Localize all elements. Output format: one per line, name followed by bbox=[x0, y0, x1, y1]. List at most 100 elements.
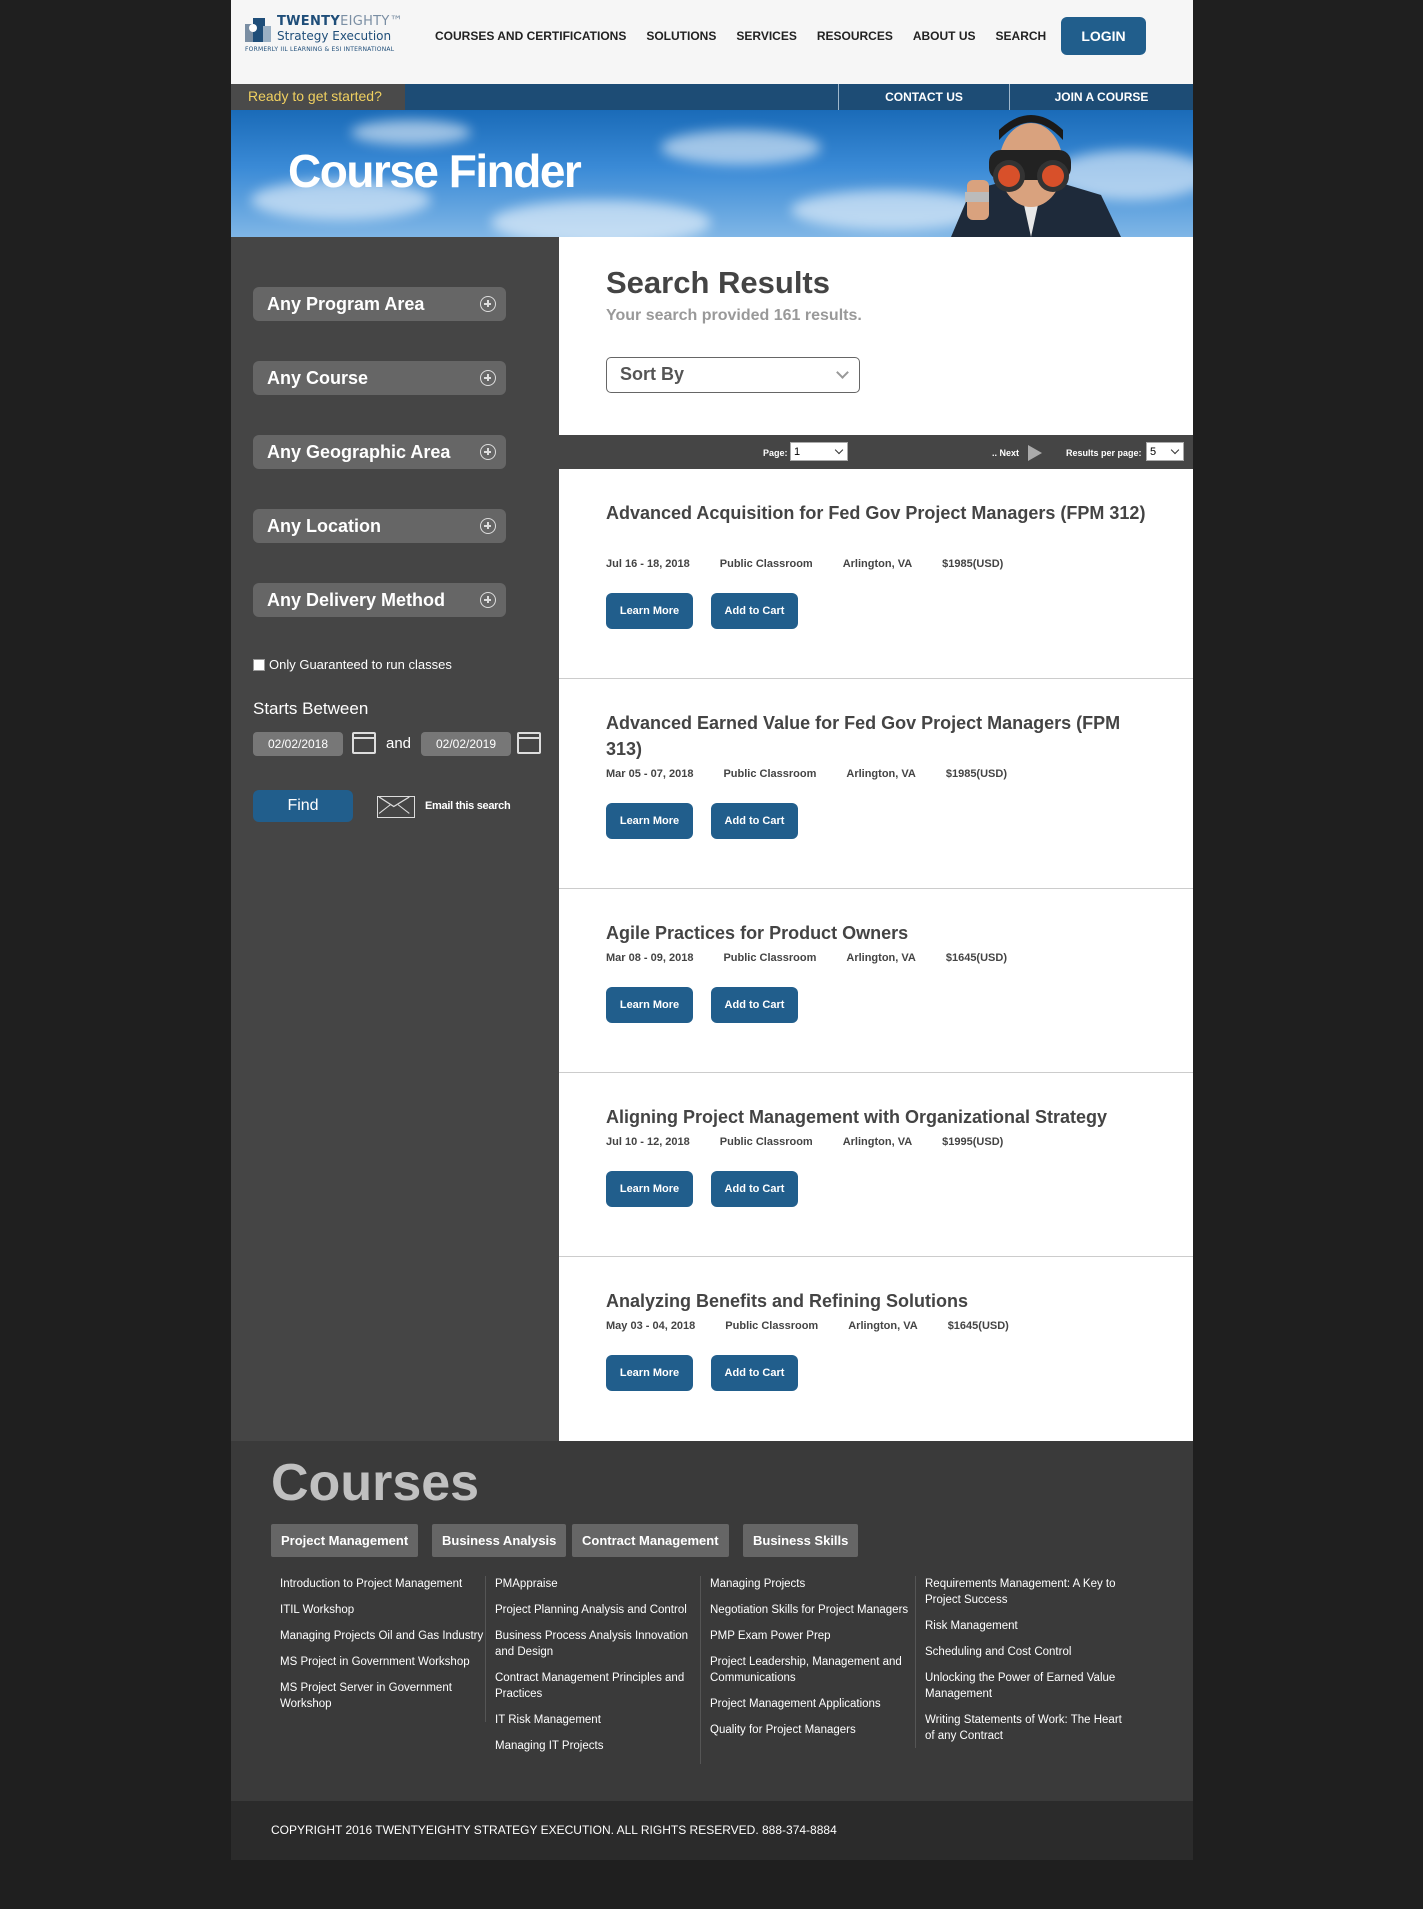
result-item: Advanced Earned Value for Fed Gov Projec… bbox=[559, 679, 1193, 889]
logo-icon bbox=[245, 18, 271, 42]
footer-title: Courses bbox=[271, 1454, 480, 1512]
tab-project-management[interactable]: Project Management bbox=[271, 1524, 419, 1557]
nav-courses[interactable]: COURSES AND CERTIFICATIONS bbox=[435, 29, 626, 43]
footer-course-link[interactable]: ITIL Workshop bbox=[280, 1602, 485, 1618]
email-search-link[interactable]: Email this search bbox=[425, 800, 511, 812]
result-item: Aligning Project Management with Organiz… bbox=[559, 1073, 1193, 1257]
footer-course-link[interactable]: Negotiation Skills for Project Managers bbox=[710, 1602, 915, 1618]
add-to-cart-button[interactable]: Add to Cart bbox=[711, 593, 798, 629]
course-type: Public Classroom bbox=[723, 768, 817, 780]
footer-course-link[interactable]: Risk Management bbox=[925, 1618, 1131, 1634]
footer-course-link[interactable]: Project Management Applications bbox=[710, 1696, 915, 1712]
footer-course-link[interactable]: Writing Statements of Work: The Heart of… bbox=[925, 1712, 1131, 1744]
program-area-filter[interactable]: Any Program Area bbox=[253, 287, 506, 321]
footer-course-link[interactable]: Managing IT Projects bbox=[495, 1738, 700, 1754]
results-per-page-select[interactable]: 5 bbox=[1146, 442, 1184, 461]
footer-course-link[interactable]: Project Planning Analysis and Control bbox=[495, 1602, 700, 1618]
nav-about-us[interactable]: ABOUT US bbox=[913, 29, 976, 43]
footer-course-link[interactable]: Business Process Analysis Innovation and… bbox=[495, 1628, 700, 1660]
footer-course-link[interactable]: PMP Exam Power Prep bbox=[710, 1628, 915, 1644]
chevron-down-icon bbox=[834, 445, 844, 455]
footer-course-link[interactable]: Quality for Project Managers bbox=[710, 1722, 915, 1738]
course-title-link[interactable]: Aligning Project Management with Organiz… bbox=[606, 1104, 1151, 1130]
result-item: Advanced Acquisition for Fed Gov Project… bbox=[559, 469, 1193, 679]
envelope-icon[interactable] bbox=[377, 796, 415, 818]
course-dates: Jul 16 - 18, 2018 bbox=[606, 558, 690, 570]
contact-us-link[interactable]: CONTACT US bbox=[838, 84, 1009, 110]
expand-icon bbox=[480, 518, 496, 534]
results-per-page-label: Results per page: bbox=[1066, 448, 1142, 458]
guaranteed-label: Only Guaranteed to run classes bbox=[269, 657, 452, 672]
page-label: Page: bbox=[763, 448, 788, 458]
footer-course-link[interactable]: Managing Projects bbox=[710, 1576, 915, 1592]
join-course-link[interactable]: JOIN A COURSE bbox=[1009, 84, 1193, 110]
learn-more-button[interactable]: Learn More bbox=[606, 593, 693, 629]
learn-more-button[interactable]: Learn More bbox=[606, 1355, 693, 1391]
expand-icon bbox=[480, 296, 496, 312]
footer-course-link[interactable]: Scheduling and Cost Control bbox=[925, 1644, 1131, 1660]
learn-more-button[interactable]: Learn More bbox=[606, 803, 693, 839]
location-filter[interactable]: Any Location bbox=[253, 509, 506, 543]
footer-column: Managing Projects Negotiation Skills for… bbox=[701, 1576, 916, 1748]
sort-by-select[interactable]: Sort By bbox=[606, 357, 860, 393]
geographic-area-filter[interactable]: Any Geographic Area bbox=[253, 435, 506, 469]
login-button[interactable]: LOGIN bbox=[1061, 17, 1146, 55]
next-link[interactable]: .. Next bbox=[992, 448, 1019, 458]
learn-more-button[interactable]: Learn More bbox=[606, 1171, 693, 1207]
footer-course-link[interactable]: MS Project Server in Government Workshop bbox=[280, 1680, 485, 1712]
end-date-input[interactable]: 02/02/2019 bbox=[421, 732, 511, 756]
nav-resources[interactable]: RESOURCES bbox=[817, 29, 893, 43]
calendar-icon[interactable] bbox=[517, 732, 541, 754]
footer-course-link[interactable]: Managing Projects Oil and Gas Industry bbox=[280, 1628, 485, 1644]
delivery-method-filter[interactable]: Any Delivery Method bbox=[253, 583, 506, 617]
tab-business-skills[interactable]: Business Skills bbox=[743, 1524, 859, 1557]
nav-solutions[interactable]: SOLUTIONS bbox=[646, 29, 716, 43]
find-button[interactable]: Find bbox=[253, 790, 353, 822]
cta-bar: Ready to get started? CONTACT US JOIN A … bbox=[231, 84, 1193, 110]
course-meta: Jul 10 - 12, 2018 Public Classroom Arlin… bbox=[606, 1136, 1033, 1148]
tab-contract-management[interactable]: Contract Management bbox=[572, 1524, 729, 1557]
footer-column: PMAppraise Project Planning Analysis and… bbox=[486, 1576, 701, 1764]
expand-icon bbox=[480, 444, 496, 460]
footer-course-link[interactable]: Requirements Management: A Key to Projec… bbox=[925, 1576, 1131, 1608]
course-filter[interactable]: Any Course bbox=[253, 361, 506, 395]
footer-course-link[interactable]: Project Leadership, Management and Commu… bbox=[710, 1654, 915, 1686]
course-title-link[interactable]: Analyzing Benefits and Refining Solution… bbox=[606, 1288, 1151, 1314]
footer-course-link[interactable]: Introduction to Project Management bbox=[280, 1576, 485, 1592]
course-dates: Mar 08 - 09, 2018 bbox=[606, 952, 694, 964]
starts-between-label: Starts Between bbox=[253, 699, 369, 718]
course-type: Public Classroom bbox=[719, 1136, 813, 1148]
course-title-link[interactable]: Advanced Earned Value for Fed Gov Projec… bbox=[606, 710, 1151, 762]
chevron-down-icon bbox=[1170, 445, 1180, 455]
add-to-cart-button[interactable]: Add to Cart bbox=[711, 987, 798, 1023]
course-title-link[interactable]: Advanced Acquisition for Fed Gov Project… bbox=[606, 500, 1151, 526]
pagination-bar: Page: 1 .. Next Results per page: 5 bbox=[559, 435, 1193, 469]
nav-search[interactable]: SEARCH bbox=[996, 29, 1047, 43]
course-title-link[interactable]: Agile Practices for Product Owners bbox=[606, 920, 1151, 946]
add-to-cart-button[interactable]: Add to Cart bbox=[711, 803, 798, 839]
add-to-cart-button[interactable]: Add to Cart bbox=[711, 1171, 798, 1207]
guaranteed-checkbox[interactable] bbox=[253, 658, 265, 671]
and-label: and bbox=[386, 735, 412, 752]
copyright: COPYRIGHT 2016 TWENTYEIGHTY STRATEGY EXE… bbox=[231, 1801, 1193, 1860]
course-type: Public Classroom bbox=[725, 1320, 819, 1332]
footer-course-link[interactable]: Unlocking the Power of Earned Value Mana… bbox=[925, 1670, 1131, 1702]
footer-course-link[interactable]: MS Project in Government Workshop bbox=[280, 1654, 485, 1670]
footer-course-link[interactable]: IT Risk Management bbox=[495, 1712, 700, 1728]
next-arrow-icon[interactable] bbox=[1028, 445, 1042, 461]
guaranteed-option: Only Guaranteed to run classes bbox=[253, 657, 452, 672]
start-date-input[interactable]: 02/02/2018 bbox=[253, 732, 343, 756]
nav-services[interactable]: SERVICES bbox=[736, 29, 796, 43]
logo[interactable]: TWENTYEIGHTY™ Strategy Execution FORMERL… bbox=[245, 14, 403, 58]
course-type: Public Classroom bbox=[719, 558, 813, 570]
page-select[interactable]: 1 bbox=[790, 442, 848, 461]
add-to-cart-button[interactable]: Add to Cart bbox=[711, 1355, 798, 1391]
footer-course-link[interactable]: PMAppraise bbox=[495, 1576, 700, 1592]
footer-course-link[interactable]: Contract Management Principles and Pract… bbox=[495, 1670, 700, 1702]
course-meta: Mar 05 - 07, 2018 Public Classroom Arlin… bbox=[606, 768, 1037, 780]
chevron-down-icon bbox=[836, 366, 849, 379]
course-location: Arlington, VA bbox=[846, 952, 916, 964]
learn-more-button[interactable]: Learn More bbox=[606, 987, 693, 1023]
calendar-icon[interactable] bbox=[352, 732, 376, 754]
tab-business-analysis[interactable]: Business Analysis bbox=[432, 1524, 567, 1557]
